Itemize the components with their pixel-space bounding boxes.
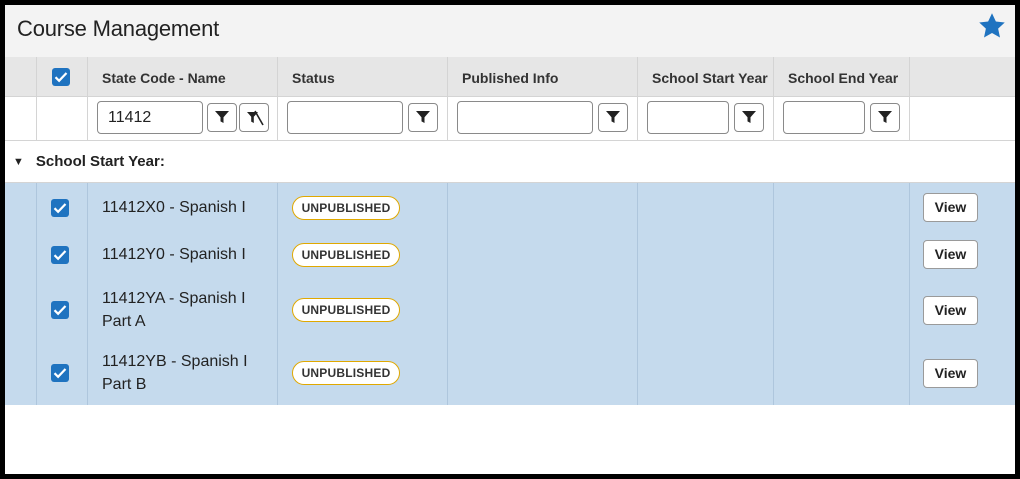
state-code-filter-input[interactable] xyxy=(97,101,203,134)
status-badge: UNPUBLISHED xyxy=(292,361,400,385)
header-published-info[interactable]: Published Info xyxy=(448,57,638,96)
select-all-checkbox[interactable] xyxy=(52,68,70,86)
course-name: 11412YB - Spanish I Part B xyxy=(102,350,248,396)
filter-cell-state-code xyxy=(88,97,278,140)
caret-down-icon[interactable]: ▼ xyxy=(13,156,24,168)
school-end-year-filter-button[interactable] xyxy=(870,103,900,132)
course-management-window: Course Management State Code - Name Stat… xyxy=(5,5,1015,474)
school-start-year-filter-input[interactable] xyxy=(647,101,729,134)
header-school-end-year[interactable]: School End Year xyxy=(774,57,910,96)
view-button[interactable]: View xyxy=(923,359,978,388)
filter-icon xyxy=(606,111,620,123)
filter-spacer xyxy=(5,97,37,140)
status-badge: UNPUBLISHED xyxy=(292,243,400,267)
header-actions xyxy=(910,57,1015,96)
status-badge: UNPUBLISHED xyxy=(292,196,400,220)
group-row[interactable]: ▼ School Start Year: xyxy=(5,141,1015,183)
state-code-filter-button[interactable] xyxy=(207,103,237,132)
view-button[interactable]: View xyxy=(923,240,978,269)
title-bar: Course Management xyxy=(5,5,1015,57)
check-icon xyxy=(53,250,67,261)
status-badge: UNPUBLISHED xyxy=(292,298,400,322)
table-row[interactable]: 11412Y0 - Spanish I UNPUBLISHED View xyxy=(5,231,1015,279)
star-icon[interactable] xyxy=(977,11,1007,41)
row-checkbox[interactable] xyxy=(51,301,69,319)
course-name-line-2: Part B xyxy=(102,376,147,393)
view-button[interactable]: View xyxy=(923,193,978,222)
filter-clear-icon xyxy=(247,110,264,126)
check-icon xyxy=(53,203,67,214)
header-school-start-year[interactable]: School Start Year xyxy=(638,57,774,96)
filter-icon xyxy=(416,111,430,123)
page-title: Course Management xyxy=(17,16,220,41)
published-info-filter-input[interactable] xyxy=(457,101,593,134)
filter-row xyxy=(5,97,1015,141)
status-filter-button[interactable] xyxy=(408,103,438,132)
course-name: 11412YA - Spanish I Part A xyxy=(102,287,246,333)
school-start-year-filter-button[interactable] xyxy=(734,103,764,132)
check-icon xyxy=(54,72,68,83)
filter-icon xyxy=(215,111,229,123)
group-label: School Start Year: xyxy=(35,153,165,170)
filter-cell-school-start-year xyxy=(638,97,774,140)
filter-select-spacer xyxy=(37,97,88,140)
course-name-line-1: 11412YA - Spanish I xyxy=(102,290,246,307)
view-button[interactable]: View xyxy=(923,296,978,325)
check-icon xyxy=(53,305,67,316)
filter-cell-school-end-year xyxy=(774,97,910,140)
filter-cell-status xyxy=(278,97,448,140)
course-name-line-2: Part A xyxy=(102,313,146,330)
course-name: 11412X0 - Spanish I xyxy=(102,199,246,216)
filter-icon xyxy=(878,111,892,123)
header-status[interactable]: Status xyxy=(278,57,448,96)
header-state-code-name[interactable]: State Code - Name xyxy=(88,57,278,96)
published-info-filter-button[interactable] xyxy=(598,103,628,132)
check-icon xyxy=(53,368,67,379)
header-select-cell xyxy=(37,57,88,96)
clear-filter-button[interactable] xyxy=(239,103,269,132)
group-header: ▼ School Start Year: xyxy=(13,153,165,170)
table-row[interactable]: 11412X0 - Spanish I UNPUBLISHED View xyxy=(5,183,1015,231)
course-name-line-1: 11412YB - Spanish I xyxy=(102,353,248,370)
status-filter-input[interactable] xyxy=(287,101,403,134)
filter-cell-published-info xyxy=(448,97,638,140)
filter-icon xyxy=(742,111,756,123)
school-end-year-filter-input[interactable] xyxy=(783,101,865,134)
table-header: State Code - Name Status Published Info … xyxy=(5,57,1015,97)
course-name: 11412Y0 - Spanish I xyxy=(102,246,246,263)
filter-actions-spacer xyxy=(910,97,1015,140)
row-checkbox[interactable] xyxy=(51,199,69,217)
row-checkbox[interactable] xyxy=(51,246,69,264)
row-checkbox[interactable] xyxy=(51,364,69,382)
table-row[interactable]: 11412YA - Spanish I Part A UNPUBLISHED V… xyxy=(5,279,1015,342)
header-spacer xyxy=(5,57,37,96)
table-row[interactable]: 11412YB - Spanish I Part B UNPUBLISHED V… xyxy=(5,342,1015,405)
